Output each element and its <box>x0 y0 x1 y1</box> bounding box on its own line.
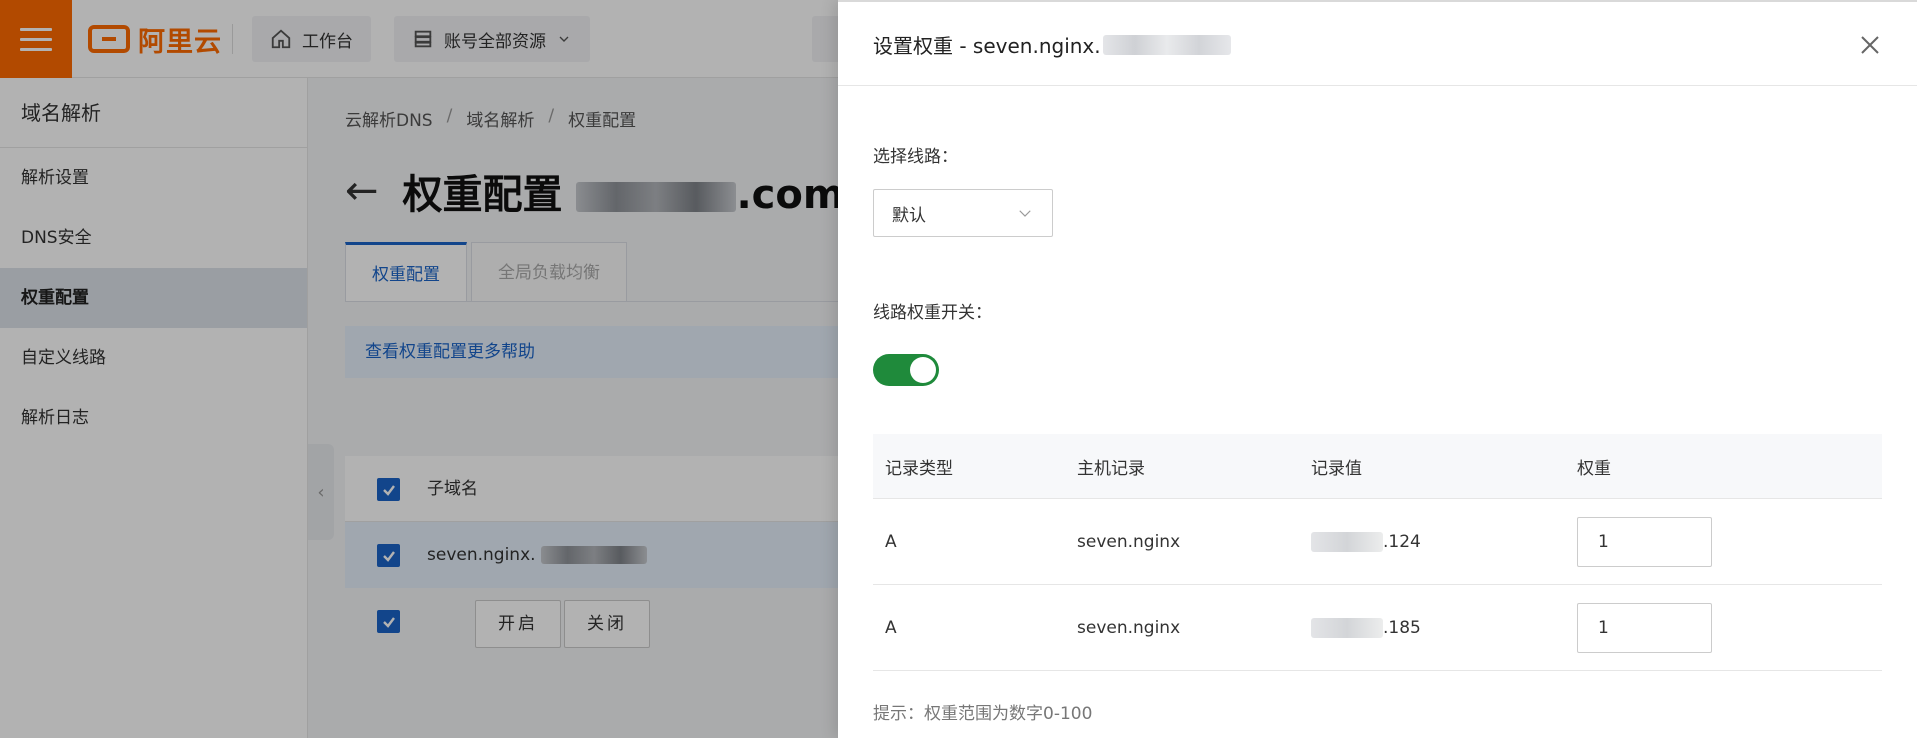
redacted-ip <box>1311 531 1383 552</box>
weight-input[interactable]: 1 <box>1577 516 1712 567</box>
redacted-domain <box>1102 34 1231 55</box>
line-weight-toggle[interactable] <box>873 354 939 386</box>
weight-table-header: 记录类型 主机记录 记录值 权重 <box>873 434 1882 499</box>
weight-table: 记录类型 主机记录 记录值 权重 A seven.nginx .124 1 A … <box>873 434 1882 671</box>
column-header-record-value: 记录值 <box>1311 458 1362 479</box>
weight-cell: 1 <box>1577 585 1712 670</box>
record-type-cell: A <box>885 617 897 638</box>
drawer-title-text: 设置权重 - seven.nginx. <box>873 34 1101 58</box>
redacted-ip <box>1311 617 1383 638</box>
line-select-value: 默认 <box>892 205 926 226</box>
record-value-suffix: .124 <box>1383 531 1421 552</box>
record-value-cell: .124 <box>1311 499 1421 584</box>
column-header-record-type: 记录类型 <box>885 458 953 479</box>
modal-overlay[interactable] <box>0 0 838 738</box>
record-value-cell: .185 <box>1311 585 1421 670</box>
line-select[interactable]: 默认 <box>873 189 1053 237</box>
host-record-cell: seven.nginx <box>1077 531 1181 552</box>
table-row: A seven.nginx .185 1 <box>873 585 1882 671</box>
close-icon[interactable] <box>1859 34 1881 56</box>
table-row: A seven.nginx .124 1 <box>873 499 1882 585</box>
weight-input[interactable]: 1 <box>1577 602 1712 653</box>
line-weight-switch-label: 线路权重开关： <box>873 303 992 323</box>
chevron-down-icon <box>1019 210 1031 217</box>
host-record-cell: seven.nginx <box>1077 617 1181 638</box>
toggle-knob <box>910 357 936 383</box>
column-header-weight: 权重 <box>1577 458 1611 479</box>
weight-settings-drawer: 设置权重 - seven.nginx. 选择线路： 默认 线路权重开关： 记录类… <box>838 0 1917 738</box>
record-value-suffix: .185 <box>1383 617 1421 638</box>
column-header-host-record: 主机记录 <box>1077 458 1145 479</box>
weight-range-hint: 提示：权重范围为数字0-100 <box>873 704 1093 724</box>
drawer-title: 设置权重 - seven.nginx. <box>873 30 1231 59</box>
weight-cell: 1 <box>1577 499 1712 584</box>
drawer-header: 设置权重 - seven.nginx. <box>838 2 1917 86</box>
line-select-label: 选择线路： <box>873 147 958 167</box>
record-type-cell: A <box>885 531 897 552</box>
